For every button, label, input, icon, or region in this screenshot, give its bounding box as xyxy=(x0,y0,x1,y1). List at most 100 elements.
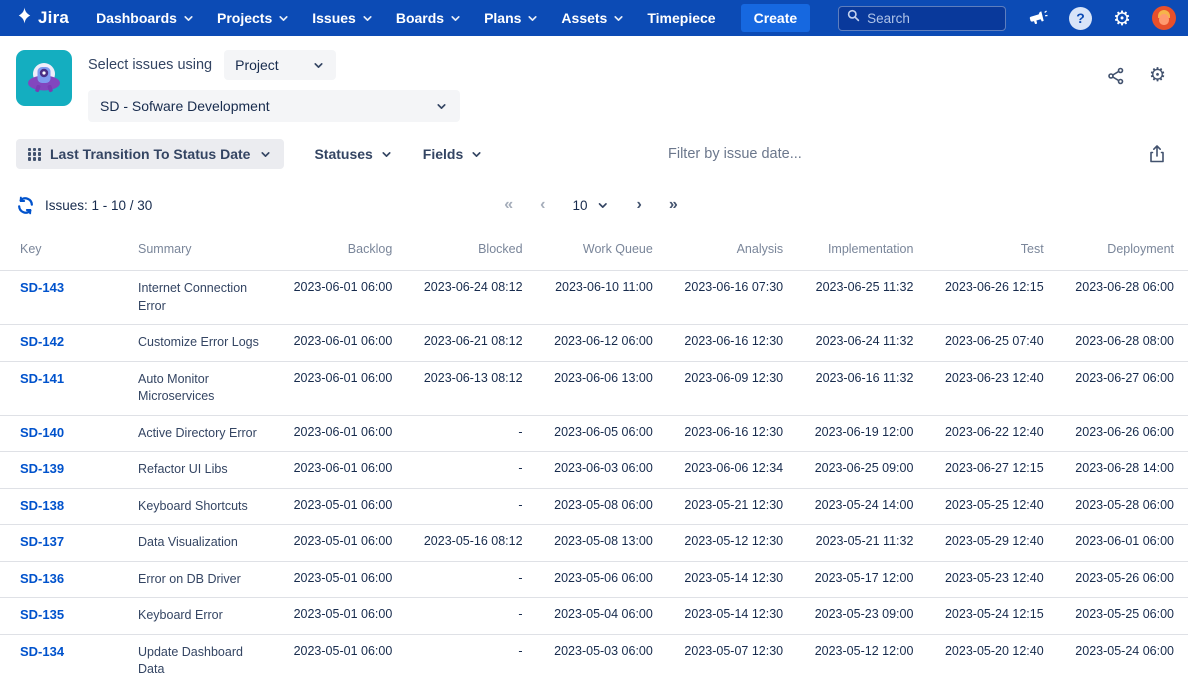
transition-date-cell: 2023-05-08 13:00 xyxy=(537,525,667,562)
issue-date-filter-input[interactable] xyxy=(668,146,1138,162)
transition-date-cell: 2023-06-12 06:00 xyxy=(537,325,667,362)
nav-item-boards[interactable]: Boards xyxy=(385,10,473,26)
statuses-dropdown[interactable]: Statuses xyxy=(314,146,392,162)
chevron-down-icon xyxy=(526,12,539,25)
transition-date-cell: 2023-06-28 08:00 xyxy=(1058,325,1188,362)
export-icon[interactable] xyxy=(1148,144,1166,164)
issue-key-link[interactable]: SD-135 xyxy=(20,607,64,622)
avatar[interactable] xyxy=(1152,6,1176,30)
nav-item-issues[interactable]: Issues xyxy=(301,10,385,26)
nav-item-label: Boards xyxy=(396,10,444,26)
navbar-items: DashboardsProjectsIssues Boards Plans Asset… xyxy=(85,10,727,26)
prev-page-icon[interactable]: ‹ xyxy=(540,197,545,213)
nav-item-dashboards[interactable]: Dashboards xyxy=(85,10,206,26)
help-icon[interactable]: ? xyxy=(1069,7,1092,30)
transition-date-cell: 2023-06-16 07:30 xyxy=(667,271,797,325)
issue-key-link[interactable]: SD-139 xyxy=(20,461,64,476)
transition-date-cell: 2023-06-10 11:00 xyxy=(537,271,667,325)
issue-key-cell: SD-140 xyxy=(0,415,138,452)
table-row: SD-138Keyboard Shortcuts2023-05-01 06:00… xyxy=(0,488,1188,525)
transition-date-cell: 2023-05-25 06:00 xyxy=(1058,598,1188,635)
settings-icon[interactable]: ⚙ xyxy=(1113,8,1131,28)
nav-item-assets[interactable]: Assets xyxy=(550,10,636,26)
first-page-icon[interactable]: « xyxy=(504,197,513,213)
col-header-deployment: Deployment xyxy=(1058,232,1188,271)
chevron-down-icon xyxy=(380,148,393,161)
transition-date-cell: 2023-06-27 06:00 xyxy=(1058,361,1188,415)
app-icon xyxy=(16,50,72,106)
issue-key-cell: SD-135 xyxy=(0,598,138,635)
transition-date-cell: - xyxy=(406,634,536,682)
transition-date-cell: 2023-06-25 09:00 xyxy=(797,452,927,489)
transition-date-cell: 2023-05-21 12:30 xyxy=(667,488,797,525)
last-page-icon[interactable]: » xyxy=(669,197,678,213)
nav-item-plans[interactable]: Plans xyxy=(473,10,550,26)
chevron-down-icon xyxy=(597,199,610,212)
chevron-down-icon xyxy=(470,148,483,161)
chevron-down-icon xyxy=(612,12,625,25)
search-box[interactable] xyxy=(838,6,1006,31)
refresh-icon[interactable] xyxy=(16,196,35,215)
project-dropdown[interactable]: SD - Sofware Development xyxy=(88,90,460,122)
transition-date-cell: 2023-06-22 12:40 xyxy=(927,415,1057,452)
issue-key-cell: SD-134 xyxy=(0,634,138,682)
issue-key-link[interactable]: SD-141 xyxy=(20,371,64,386)
issue-key-link[interactable]: SD-137 xyxy=(20,534,64,549)
column-mode-label: Last Transition To Status Date xyxy=(50,146,250,162)
jira-logo[interactable]: Jira xyxy=(16,7,69,29)
transition-date-cell: 2023-06-13 08:12 xyxy=(406,361,536,415)
transition-date-cell: 2023-05-21 11:32 xyxy=(797,525,927,562)
transition-date-cell: 2023-06-01 06:00 xyxy=(1058,525,1188,562)
nav-item-label: Assets xyxy=(561,10,607,26)
nav-item-label: Plans xyxy=(484,10,521,26)
chevron-down-icon xyxy=(259,148,272,161)
table-row: SD-139Refactor UI Libs2023-06-01 06:00-2… xyxy=(0,452,1188,489)
gadget-actions: ⚙ xyxy=(1107,50,1166,85)
col-header-key: Key xyxy=(0,232,138,271)
search-icon xyxy=(847,9,860,27)
select-issues-label: Select issues using xyxy=(88,57,212,73)
table-row: SD-141Auto Monitor Microservices2023-06-… xyxy=(0,361,1188,415)
fields-dropdown[interactable]: Fields xyxy=(423,146,483,162)
announcement-icon[interactable] xyxy=(1028,9,1048,28)
create-button[interactable]: Create xyxy=(741,4,811,32)
transition-date-cell: 2023-06-24 11:32 xyxy=(797,325,927,362)
next-page-icon[interactable]: › xyxy=(637,197,642,213)
page-size-select[interactable]: 10 xyxy=(572,198,609,213)
select-mode-dropdown[interactable]: Project xyxy=(224,50,336,80)
transition-date-cell: 2023-06-01 06:00 xyxy=(276,415,406,452)
col-header-backlog: Backlog xyxy=(276,232,406,271)
nav-item-timepiece[interactable]: Timepiece xyxy=(636,10,726,26)
table-row: SD-135Keyboard Error2023-05-01 06:00-202… xyxy=(0,598,1188,635)
transition-date-cell: 2023-06-16 12:30 xyxy=(667,325,797,362)
issue-key-link[interactable]: SD-136 xyxy=(20,571,64,586)
transition-date-cell: - xyxy=(406,488,536,525)
issue-key-link[interactable]: SD-134 xyxy=(20,644,64,659)
transition-date-cell: 2023-06-25 07:40 xyxy=(927,325,1057,362)
table-row: SD-140Active Directory Error2023-06-01 0… xyxy=(0,415,1188,452)
transition-date-cell: 2023-06-06 13:00 xyxy=(537,361,667,415)
column-mode-dropdown[interactable]: Last Transition To Status Date xyxy=(16,139,284,169)
transition-date-cell: 2023-06-28 06:00 xyxy=(1058,271,1188,325)
chevron-down-icon xyxy=(277,12,290,25)
share-icon[interactable] xyxy=(1107,67,1125,85)
issue-key-cell: SD-141 xyxy=(0,361,138,415)
issue-key-link[interactable]: SD-142 xyxy=(20,334,64,349)
issue-key-link[interactable]: SD-138 xyxy=(20,498,64,513)
issue-key-link[interactable]: SD-143 xyxy=(20,280,64,295)
issue-key-link[interactable]: SD-140 xyxy=(20,425,64,440)
transition-date-cell: 2023-05-25 12:40 xyxy=(927,488,1057,525)
issue-summary-cell: Keyboard Error xyxy=(138,598,276,635)
transition-date-cell: 2023-06-16 11:32 xyxy=(797,361,927,415)
transition-date-cell: 2023-06-19 12:00 xyxy=(797,415,927,452)
transition-date-cell: 2023-06-01 06:00 xyxy=(276,271,406,325)
nav-item-projects[interactable]: Projects xyxy=(206,10,301,26)
issue-key-cell: SD-136 xyxy=(0,561,138,598)
search-input[interactable] xyxy=(867,11,997,26)
gadget-settings-icon[interactable]: ⚙ xyxy=(1149,66,1166,85)
gadget-header: Select issues using Project SD - Sofware… xyxy=(0,36,1188,122)
pagination-row: Issues: 1 - 10 / 30 « ‹ 10 › » xyxy=(16,192,1166,218)
transition-date-cell: - xyxy=(406,452,536,489)
issue-key-cell: SD-137 xyxy=(0,525,138,562)
brand-name: Jira xyxy=(38,8,69,28)
